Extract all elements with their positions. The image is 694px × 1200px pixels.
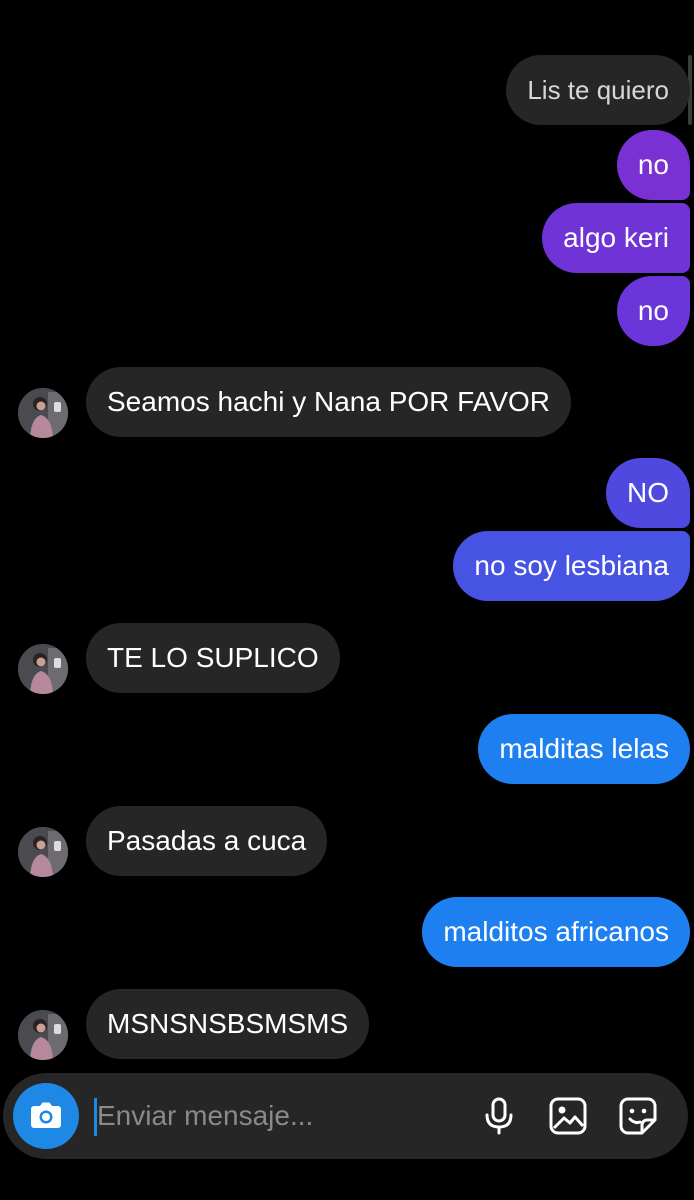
message-text: no — [637, 295, 669, 326]
message-text: Lis te quiero — [527, 74, 669, 105]
outgoing-message[interactable]: no — [616, 130, 690, 200]
message-text: Seamos hachi y Nana POR FAVOR — [107, 386, 550, 417]
avatar-photo — [18, 388, 68, 438]
outgoing-message[interactable]: malditos africanos — [422, 897, 690, 967]
message-text: malditos africanos — [443, 916, 669, 947]
avatar-photo — [18, 1010, 68, 1060]
outgoing-message[interactable]: algo keri — [542, 203, 690, 273]
message-text: malditas lelas — [499, 733, 669, 764]
avatar[interactable] — [18, 388, 68, 438]
message-input[interactable]: Enviar mensaje... — [97, 1073, 313, 1159]
microphone-icon — [485, 1097, 513, 1135]
message-text: Pasadas a cuca — [107, 825, 307, 856]
message-text: TE LO SUPLICO — [107, 642, 319, 673]
message-composer: Enviar mensaje... — [3, 1073, 688, 1159]
avatar[interactable] — [18, 1010, 68, 1060]
message-text: no soy lesbiana — [474, 550, 669, 581]
gallery-icon — [549, 1097, 587, 1135]
message-text: no — [637, 149, 669, 180]
camera-button[interactable] — [13, 1083, 79, 1149]
message-input-placeholder: Enviar mensaje... — [97, 1100, 314, 1131]
outgoing-message[interactable]: Lis te quiero — [506, 55, 690, 125]
avatar-photo — [18, 827, 68, 877]
avatar[interactable] — [18, 827, 68, 877]
incoming-message[interactable]: Pasadas a cuca — [86, 806, 328, 876]
message-text: NO — [627, 477, 669, 508]
avatar-photo — [18, 644, 68, 694]
sticker-icon — [619, 1097, 657, 1135]
microphone-button[interactable] — [478, 1095, 520, 1137]
incoming-message[interactable]: MSNSNSBSMSMS — [86, 989, 370, 1059]
outgoing-message[interactable]: NO — [606, 458, 690, 528]
avatar[interactable] — [18, 644, 68, 694]
incoming-message[interactable]: TE LO SUPLICO — [86, 623, 340, 693]
outgoing-message[interactable]: malditas lelas — [478, 714, 690, 784]
camera-icon — [31, 1102, 61, 1128]
message-text: MSNSNSBSMSMS — [107, 1008, 349, 1039]
incoming-message[interactable]: Seamos hachi y Nana POR FAVOR — [86, 367, 571, 437]
message-text: algo keri — [563, 222, 669, 253]
outgoing-message[interactable]: no soy lesbiana — [453, 531, 690, 601]
sticker-button[interactable] — [617, 1095, 659, 1137]
gallery-button[interactable] — [547, 1095, 589, 1137]
outgoing-message[interactable]: no — [616, 276, 690, 346]
